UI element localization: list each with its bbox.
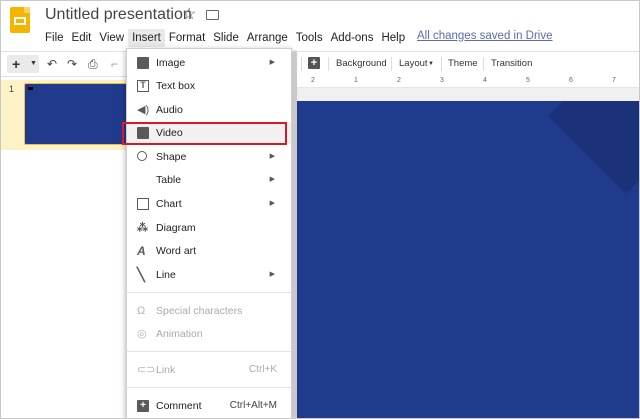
- menu-arrange[interactable]: Arrange: [243, 29, 292, 47]
- menu-item-label: Special characters: [156, 305, 243, 317]
- toolbar-divider: [301, 57, 302, 71]
- slide-canvas[interactable]: [289, 101, 639, 418]
- comment-icon: +: [137, 400, 149, 412]
- menu-divider: [127, 292, 291, 293]
- menu-bar: File Edit View Insert Format Slide Arran…: [41, 29, 409, 47]
- line-icon: ╲: [137, 267, 145, 282]
- shape-icon: [137, 151, 147, 161]
- layout-button[interactable]: Layout: [399, 52, 428, 76]
- menu-item-shortcut: Ctrl+Alt+M: [229, 400, 277, 411]
- background-button[interactable]: Background: [336, 52, 387, 76]
- ruler-label: 3: [440, 77, 444, 84]
- omega-icon: Ω: [137, 305, 146, 317]
- chevron-down-icon: ▼: [428, 61, 434, 67]
- menu-item-special-characters: Ω Special characters: [127, 300, 291, 322]
- menu-item-label: Chart: [156, 198, 182, 210]
- star-icon[interactable]: ☆: [182, 7, 196, 23]
- ruler-label: 4: [483, 77, 487, 84]
- chevron-right-icon: ▶: [269, 200, 275, 207]
- chevron-right-icon: ▶: [269, 176, 275, 183]
- menu-edit[interactable]: Edit: [68, 29, 96, 47]
- menu-item-audio[interactable]: ◀) Audio: [127, 99, 291, 121]
- diagram-icon: ⁂: [137, 222, 148, 234]
- menu-format[interactable]: Format: [165, 29, 209, 47]
- menu-divider: [127, 351, 291, 352]
- toolbar-divider: [483, 57, 484, 71]
- menu-item-diagram[interactable]: ⁂ Diagram: [127, 217, 291, 239]
- slide-number: 1: [9, 84, 15, 94]
- menu-item-label: Link: [156, 364, 176, 376]
- ruler-label: 6: [569, 77, 573, 84]
- text-box-icon: T: [137, 80, 149, 92]
- ruler-label: 2: [311, 77, 315, 84]
- undo-icon[interactable]: ↶: [47, 52, 57, 76]
- menu-item-label: Line: [156, 269, 176, 281]
- ruler-label: 5: [526, 77, 530, 84]
- new-slide-button[interactable]: + ▼: [7, 55, 39, 73]
- menu-item-image[interactable]: Image ▶: [127, 52, 291, 74]
- ruler-label: 2: [397, 77, 401, 84]
- menu-item-link: ⊂⊃ Link Ctrl+K: [127, 359, 291, 381]
- menu-item-label: Word art: [156, 245, 197, 257]
- menu-item-word-art[interactable]: A Word art: [127, 240, 291, 262]
- word-art-icon: A: [137, 244, 146, 258]
- ruler-label: 1: [354, 77, 358, 84]
- menu-item-comment[interactable]: + Comment Ctrl+Alt+M: [127, 395, 291, 417]
- menu-view[interactable]: View: [95, 29, 128, 47]
- menu-item-label: Audio: [156, 104, 183, 116]
- transition-button[interactable]: Transition: [491, 52, 532, 76]
- menu-item-label: Diagram: [156, 222, 196, 234]
- save-status-link[interactable]: All changes saved in Drive: [417, 30, 553, 42]
- theme-button[interactable]: Theme: [448, 52, 478, 76]
- chevron-right-icon: ▶: [269, 271, 275, 278]
- toolbar-divider: [328, 57, 329, 71]
- toolbar-divider: [391, 57, 392, 71]
- video-highlight-box: [122, 122, 287, 145]
- menu-help[interactable]: Help: [377, 29, 409, 47]
- menu-divider: [127, 387, 291, 388]
- menu-item-label: Shape: [156, 151, 187, 163]
- menu-item-animation: ◎ Animation: [127, 323, 291, 345]
- menu-item-text-box[interactable]: T Text box: [127, 75, 291, 97]
- menu-item-label: Image: [156, 57, 186, 69]
- audio-icon: ◀): [137, 104, 150, 116]
- toolbar: + ▼ ↶ ↷ ⎙ ⌐ + Background Layout ▼ Theme …: [1, 51, 639, 77]
- print-icon[interactable]: ⎙: [88, 52, 98, 76]
- image-icon: [137, 57, 149, 69]
- menu-scrollbar[interactable]: [292, 49, 297, 418]
- plus-icon: +: [12, 56, 21, 72]
- menu-item-label: Comment: [156, 400, 202, 412]
- redo-icon[interactable]: ↷: [67, 52, 77, 76]
- menu-tools[interactable]: Tools: [292, 29, 327, 47]
- menu-item-line[interactable]: ╲ Line ▶: [127, 264, 291, 286]
- chart-icon: [137, 198, 149, 210]
- horizontal-ruler[interactable]: 2 1 2 3 4 5 6 7: [293, 76, 639, 88]
- link-icon: ⊂⊃: [137, 364, 156, 376]
- menu-item-label: Table: [156, 174, 182, 186]
- menu-insert[interactable]: Insert: [128, 29, 165, 47]
- menu-item-table[interactable]: Table ▶: [127, 169, 291, 191]
- slides-logo-icon[interactable]: [10, 7, 30, 33]
- paint-format-icon[interactable]: ⌐: [111, 52, 118, 76]
- menu-item-shape[interactable]: Shape ▶: [127, 146, 291, 168]
- menu-item-label: Text box: [156, 80, 196, 92]
- menu-item-shortcut: Ctrl+K: [248, 364, 277, 375]
- slide-thumbnail[interactable]: [24, 83, 132, 145]
- animation-icon: ◎: [137, 328, 147, 340]
- chevron-down-icon: ▼: [30, 60, 37, 67]
- menu-item-label: Animation: [156, 328, 203, 340]
- folder-icon[interactable]: [206, 10, 219, 20]
- menu-slide[interactable]: Slide: [209, 29, 243, 47]
- ruler-label: 7: [612, 77, 616, 84]
- chevron-right-icon: ▶: [269, 59, 275, 66]
- insert-menu: Image ▶ T Text box ◀) Audio Video Shape …: [126, 48, 292, 418]
- menu-item-chart[interactable]: Chart ▶: [127, 193, 291, 215]
- menu-addons[interactable]: Add-ons: [327, 29, 378, 47]
- new-comment-icon[interactable]: +: [308, 57, 320, 69]
- document-title[interactable]: Untitled presentation: [45, 6, 192, 24]
- menu-file[interactable]: File: [41, 29, 68, 47]
- toolbar-divider: [441, 57, 442, 71]
- chevron-right-icon: ▶: [269, 153, 275, 160]
- app-window: Untitled presentation ☆ File Edit View I…: [0, 0, 640, 419]
